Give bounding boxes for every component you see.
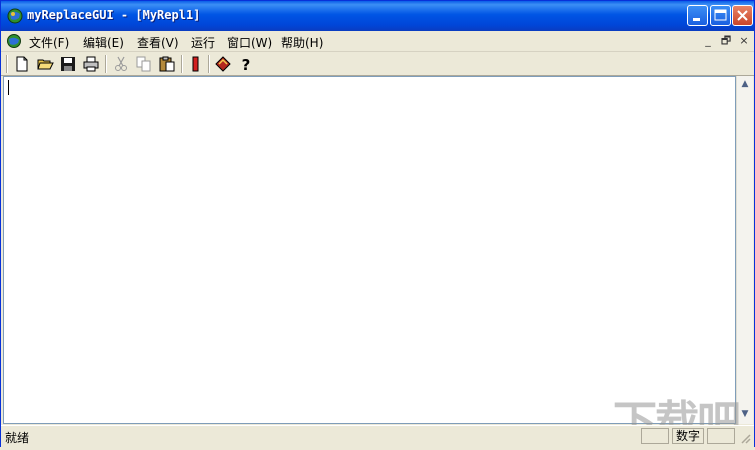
menu-file[interactable]: 文件(F) bbox=[29, 34, 69, 51]
resize-grip-icon[interactable] bbox=[739, 432, 751, 444]
title-bar[interactable]: myReplaceGUI - [MyRepl1] bbox=[1, 1, 754, 31]
print-icon[interactable] bbox=[82, 55, 100, 73]
app-window: myReplaceGUI - [MyRepl1] 文件(F) 编辑(E) 查看(… bbox=[0, 0, 755, 448]
window-title: myReplaceGUI - [MyRepl1] bbox=[27, 8, 201, 22]
minimize-button[interactable] bbox=[687, 5, 708, 26]
document-globe-icon[interactable] bbox=[6, 33, 22, 49]
status-text: 就绪 bbox=[5, 431, 30, 445]
status-bar: 就绪 数字 bbox=[1, 425, 754, 447]
scroll-up-arrow-icon[interactable]: ▲ bbox=[737, 76, 753, 92]
child-minimize-button[interactable]: _ bbox=[701, 34, 715, 48]
toolbar-grip[interactable] bbox=[6, 55, 8, 73]
menu-view[interactable]: 查看(V) bbox=[137, 34, 179, 51]
menu-run[interactable]: 运行 bbox=[191, 34, 215, 51]
text-caret bbox=[8, 80, 9, 95]
maximize-icon bbox=[714, 9, 727, 21]
menu-help[interactable]: 帮助(H) bbox=[281, 34, 323, 51]
child-restore-button[interactable]: 🗗 bbox=[719, 34, 733, 48]
new-file-icon[interactable] bbox=[13, 55, 31, 73]
child-close-button[interactable]: × bbox=[737, 34, 751, 48]
toolbar-separator bbox=[105, 55, 107, 73]
save-icon[interactable] bbox=[59, 55, 77, 73]
globe-icon bbox=[7, 8, 23, 24]
toolbar-separator bbox=[181, 55, 183, 73]
open-folder-icon[interactable] bbox=[36, 55, 54, 73]
minimize-icon bbox=[693, 18, 700, 21]
maximize-button[interactable] bbox=[710, 5, 731, 26]
paste-icon[interactable] bbox=[158, 55, 176, 73]
status-pane-num: 数字 bbox=[672, 428, 704, 444]
vertical-scrollbar[interactable]: ▲ ▼ bbox=[736, 76, 753, 424]
book-icon[interactable] bbox=[214, 55, 232, 73]
copy-icon[interactable] bbox=[135, 55, 153, 73]
run-icon[interactable] bbox=[187, 55, 205, 73]
close-button[interactable] bbox=[732, 5, 753, 26]
status-pane-scroll bbox=[707, 428, 735, 444]
menu-window[interactable]: 窗口(W) bbox=[227, 34, 272, 51]
help-icon[interactable]: ? bbox=[237, 55, 255, 73]
menu-edit[interactable]: 编辑(E) bbox=[83, 34, 124, 51]
status-pane-caps bbox=[641, 428, 669, 444]
close-icon bbox=[737, 10, 748, 21]
editor-area[interactable] bbox=[3, 76, 736, 424]
svg-text:?: ? bbox=[242, 56, 251, 73]
toolbar: ? bbox=[1, 52, 754, 76]
scroll-down-arrow-icon[interactable]: ▼ bbox=[737, 406, 753, 422]
toolbar-separator bbox=[208, 55, 210, 73]
menu-bar: 文件(F) 编辑(E) 查看(V) 运行 窗口(W) 帮助(H) _ 🗗 × bbox=[1, 31, 754, 52]
cut-icon[interactable] bbox=[112, 55, 130, 73]
